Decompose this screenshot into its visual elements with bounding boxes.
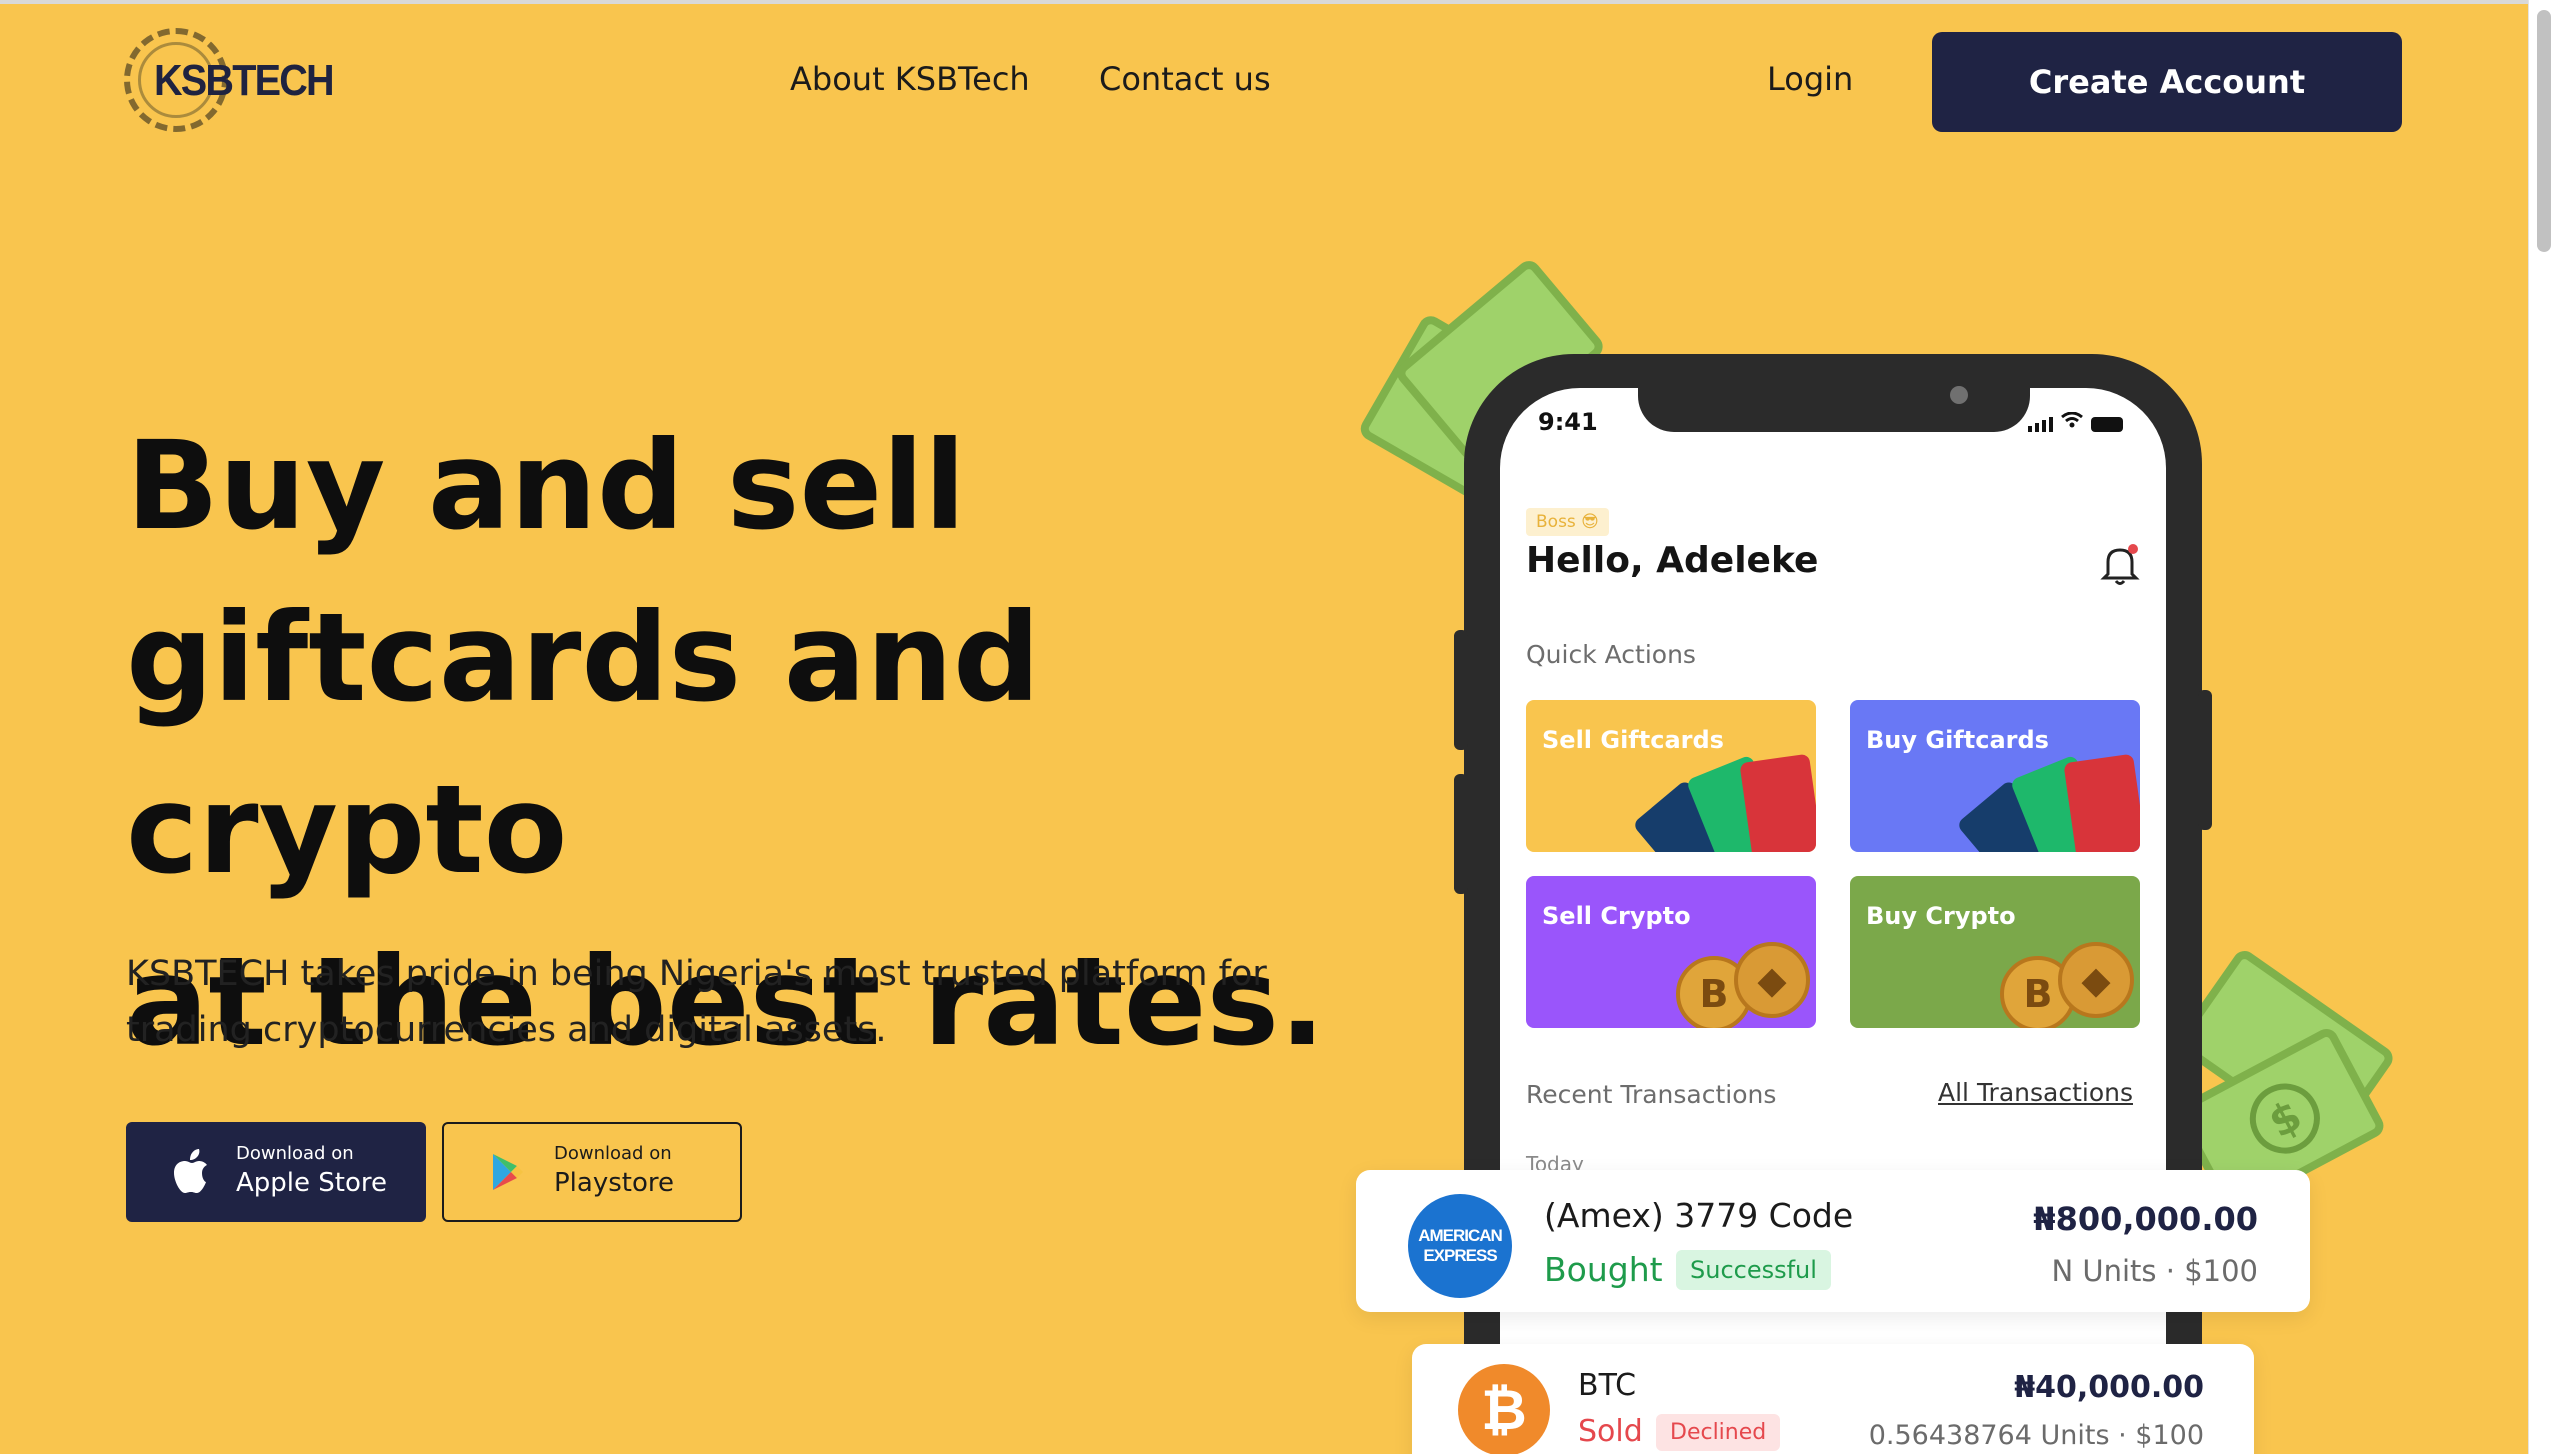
transaction-units: 0.56438764 Units · $100 [1869, 1420, 2204, 1451]
status-badge: Declined [1656, 1414, 1781, 1451]
notification-bell-icon[interactable] [2100, 542, 2140, 586]
login-link[interactable]: Login [1767, 60, 1853, 98]
playstore-button[interactable]: Download on Playstore [442, 1122, 742, 1222]
giftcard-icon [1739, 753, 1816, 852]
dollar-coin-icon: $ [2237, 1071, 2333, 1166]
usd-value: $100 [2184, 1254, 2258, 1288]
units-value: 0.56438764 Units [1868, 1420, 2110, 1451]
transaction-name: BTC [1578, 1368, 1637, 1403]
wifi-icon [2061, 411, 2083, 432]
nav-contact-link[interactable]: Contact us [1099, 60, 1271, 98]
apple-store-button[interactable]: Download on Apple Store [126, 1122, 426, 1222]
separator-dot: · [2109, 1420, 2136, 1451]
recent-transactions-title: Recent Transactions [1526, 1080, 1777, 1109]
greeting: Hello, Adeleke [1526, 540, 1819, 581]
bitcoin-logo-icon: ₿ [1458, 1364, 1550, 1454]
transaction-amount: ₦40,000.00 [2014, 1370, 2204, 1405]
transaction-card[interactable]: ₿ BTC Sold Declined ₦40,000.00 0.5643876… [1412, 1344, 2254, 1454]
buy-crypto-tile[interactable]: Buy Crypto B ◆ [1850, 876, 2140, 1028]
status-badge: Successful [1676, 1250, 1831, 1290]
phone-side-button [1454, 630, 1468, 750]
apple-store-label: Apple Store [236, 1168, 387, 1198]
status-icons [2028, 411, 2123, 432]
apple-icon [170, 1149, 210, 1195]
all-transactions-link[interactable]: All Transactions [1938, 1078, 2133, 1107]
hero-subtitle-line: KSBTECH takes pride in being Nigeria's m… [126, 954, 1267, 994]
quick-actions-title: Quick Actions [1526, 640, 1696, 669]
camera-icon [1950, 386, 1968, 404]
apple-store-caption: Download on [236, 1143, 354, 1164]
logo-wordmark: KSBTECH [154, 56, 335, 105]
ethereum-coin-icon: ◆ [2058, 942, 2134, 1018]
tile-label: Sell Crypto [1542, 902, 1691, 930]
ksbtech-logo[interactable]: KSBTECH [124, 28, 335, 136]
sell-giftcards-tile[interactable]: Sell Giftcards [1526, 700, 1816, 852]
hero-title-line: giftcards and crypto [126, 587, 1041, 901]
ethereum-coin-icon: ◆ [1734, 942, 1810, 1018]
buy-giftcards-tile[interactable]: Buy Giftcards [1850, 700, 2140, 852]
playstore-caption: Download on [554, 1143, 672, 1164]
transaction-units: N Units · $100 [2051, 1254, 2258, 1288]
playstore-label: Playstore [554, 1168, 674, 1198]
sell-crypto-tile[interactable]: Sell Crypto B ◆ [1526, 876, 1816, 1028]
tile-label: Sell Giftcards [1542, 726, 1724, 754]
nav-about-link[interactable]: About KSBTech [790, 60, 1030, 98]
status-time: 9:41 [1538, 408, 1598, 436]
create-account-button[interactable]: Create Account [1932, 32, 2402, 132]
transaction-name: (Amex) 3779 Code [1544, 1196, 1854, 1235]
phone-side-button [2198, 690, 2212, 830]
signal-icon [2028, 417, 2053, 432]
phone-notch [1638, 376, 2030, 432]
amex-logo-icon: AMERICAN EXPRESS [1408, 1194, 1512, 1298]
hero-title-line: Buy and sell [126, 415, 966, 557]
tile-label: Buy Giftcards [1866, 726, 2049, 754]
phone-side-button [1454, 774, 1468, 894]
units-value: N Units [2051, 1254, 2157, 1288]
transaction-card[interactable]: AMERICAN EXPRESS (Amex) 3779 Code Bought… [1356, 1170, 2310, 1312]
transaction-action: Bought [1544, 1250, 1663, 1289]
transaction-amount: ₦800,000.00 [2033, 1200, 2258, 1238]
tile-label: Buy Crypto [1866, 902, 2016, 930]
battery-icon [2091, 417, 2123, 432]
separator-dot: · [2156, 1254, 2185, 1288]
scrollbar-thumb[interactable] [2537, 10, 2551, 252]
transaction-action: Sold [1578, 1414, 1643, 1449]
page-scrollbar[interactable] [2528, 0, 2560, 1454]
hero-subtitle: KSBTECH takes pride in being Nigeria's m… [126, 946, 1356, 1058]
giftcard-icon [2063, 753, 2140, 852]
hero-subtitle-line: trading cryptocurrencies and digital ass… [126, 1010, 887, 1050]
usd-value: $100 [2135, 1420, 2204, 1451]
browser-top-border [0, 0, 2560, 4]
user-tier-badge: Boss 😎 [1526, 508, 1609, 536]
play-store-icon [488, 1149, 528, 1195]
